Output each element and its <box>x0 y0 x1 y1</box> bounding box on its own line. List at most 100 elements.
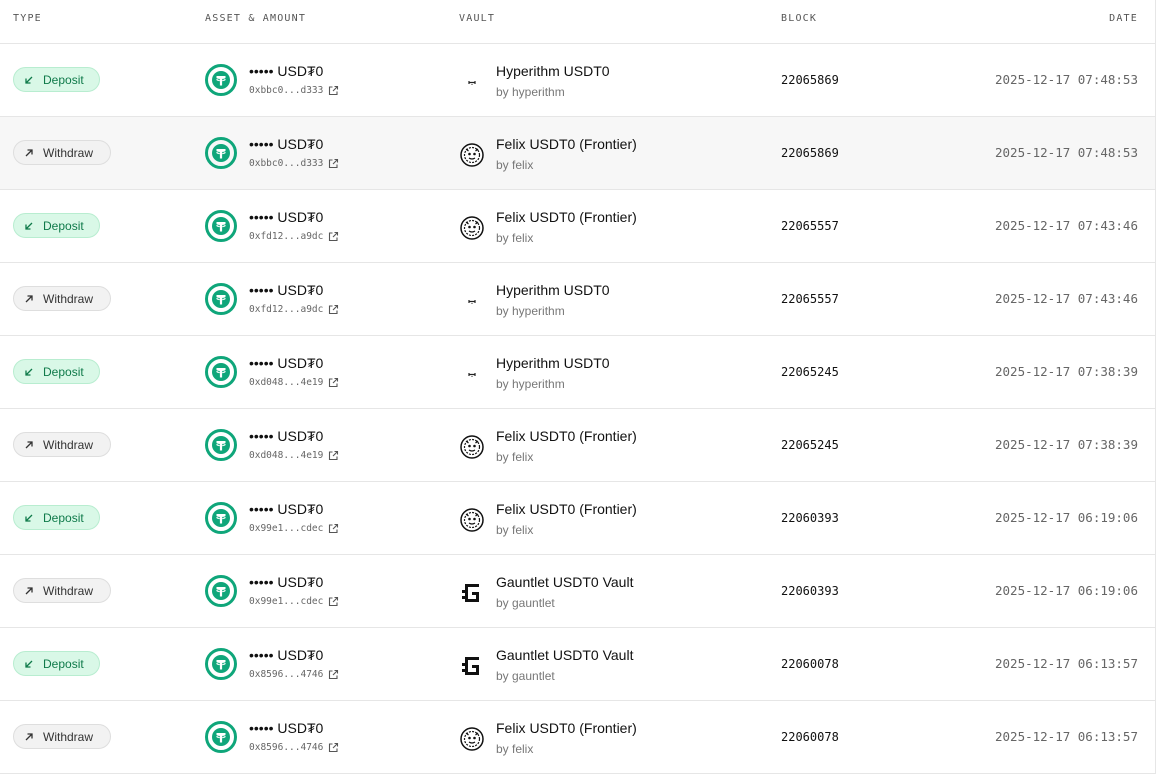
asset-amount: ••••• USD₮0 <box>249 282 324 298</box>
block-number: 22060078 <box>781 730 839 744</box>
hyperithm-vault-icon <box>460 70 484 94</box>
table-row[interactable]: Withdraw ••••• USD₮0 0xd048...4e19 Felix… <box>0 409 1155 482</box>
block-number: 22065869 <box>781 146 839 160</box>
tx-address[interactable]: 0xbbc0...d333 <box>249 158 323 169</box>
tx-address[interactable]: 0xfd12...a9dc <box>249 304 323 315</box>
tx-address[interactable]: 0xbbc0...d333 <box>249 85 323 96</box>
tx-date: 2025-12-17 07:38:39 <box>995 437 1138 452</box>
external-link-icon[interactable] <box>328 85 339 96</box>
header-vault[interactable]: VAULT <box>459 13 495 24</box>
tx-address-link[interactable]: 0xd048...4e19 <box>249 377 339 388</box>
tether-usdt0-icon <box>205 64 237 96</box>
tx-address[interactable]: 0xd048...4e19 <box>249 450 323 461</box>
tx-address-link[interactable]: 0xbbc0...d333 <box>249 158 339 169</box>
tx-date: 2025-12-17 07:43:46 <box>995 291 1138 306</box>
table-row[interactable]: Deposit ••••• USD₮0 0x99e1...cdec Felix … <box>0 482 1155 555</box>
external-link-icon[interactable] <box>328 304 339 315</box>
asset-amount: ••••• USD₮0 <box>249 355 324 371</box>
vault-name[interactable]: Felix USDT0 (Frontier) <box>496 428 637 444</box>
gauntlet-vault-icon <box>460 581 484 605</box>
vault-name[interactable]: Felix USDT0 (Frontier) <box>496 720 637 736</box>
header-block[interactable]: BLOCK <box>781 13 817 24</box>
tether-usdt0-icon <box>205 283 237 315</box>
tx-address[interactable]: 0xfd12...a9dc <box>249 231 323 242</box>
felix-vault-icon <box>460 435 484 459</box>
external-link-icon[interactable] <box>328 742 339 753</box>
felix-vault-icon <box>460 727 484 751</box>
tx-date: 2025-12-17 06:19:06 <box>995 510 1138 525</box>
tx-address-link[interactable]: 0x8596...4746 <box>249 669 339 680</box>
transactions-table: TYPE ASSET & AMOUNT VAULT BLOCK DATE Dep… <box>0 0 1156 774</box>
type-label: Withdraw <box>43 583 94 598</box>
tx-address[interactable]: 0x99e1...cdec <box>249 596 323 607</box>
external-link-icon[interactable] <box>328 377 339 388</box>
tx-address[interactable]: 0x8596...4746 <box>249 669 323 680</box>
table-body: Deposit ••••• USD₮0 0xbbc0...d333 Hyperi… <box>0 44 1155 774</box>
vault-name[interactable]: Gauntlet USDT0 Vault <box>496 574 633 590</box>
vault-name[interactable]: Hyperithm USDT0 <box>496 63 610 79</box>
block-number: 22060078 <box>781 657 839 671</box>
arrow-up-right-icon <box>24 294 34 304</box>
header-asset-amount[interactable]: ASSET & AMOUNT <box>205 13 306 24</box>
vault-name[interactable]: Felix USDT0 (Frontier) <box>496 501 637 517</box>
table-row[interactable]: Withdraw ••••• USD₮0 0xfd12...a9dc Hyper… <box>0 263 1155 336</box>
arrow-down-left-icon <box>24 367 34 377</box>
type-label: Deposit <box>43 364 84 379</box>
table-row[interactable]: Withdraw ••••• USD₮0 0x99e1...cdec Gaunt… <box>0 555 1155 628</box>
tx-date: 2025-12-17 07:38:39 <box>995 364 1138 379</box>
external-link-icon[interactable] <box>328 523 339 534</box>
asset-amount: ••••• USD₮0 <box>249 136 324 152</box>
asset-amount: ••••• USD₮0 <box>249 428 324 444</box>
tether-usdt0-icon <box>205 721 237 753</box>
external-link-icon[interactable] <box>328 669 339 680</box>
tx-address[interactable]: 0x8596...4746 <box>249 742 323 753</box>
withdraw-badge: Withdraw <box>13 724 111 749</box>
tx-address-link[interactable]: 0x8596...4746 <box>249 742 339 753</box>
table-row[interactable]: Withdraw ••••• USD₮0 0xbbc0...d333 Felix… <box>0 117 1155 190</box>
deposit-badge: Deposit <box>13 213 100 238</box>
type-label: Deposit <box>43 656 84 671</box>
external-link-icon[interactable] <box>328 158 339 169</box>
table-row[interactable]: Deposit ••••• USD₮0 0xd048...4e19 Hyperi… <box>0 336 1155 409</box>
tx-address[interactable]: 0x99e1...cdec <box>249 523 323 534</box>
tx-date: 2025-12-17 07:43:46 <box>995 218 1138 233</box>
vault-name[interactable]: Gauntlet USDT0 Vault <box>496 647 633 663</box>
tx-address-link[interactable]: 0x99e1...cdec <box>249 523 339 534</box>
table-row[interactable]: Withdraw ••••• USD₮0 0x8596...4746 Felix… <box>0 701 1155 774</box>
withdraw-badge: Withdraw <box>13 578 111 603</box>
type-label: Withdraw <box>43 437 94 452</box>
tx-address-link[interactable]: 0x99e1...cdec <box>249 596 339 607</box>
type-label: Deposit <box>43 510 84 525</box>
arrow-up-right-icon <box>24 732 34 742</box>
block-number: 22065557 <box>781 292 839 306</box>
vault-name[interactable]: Hyperithm USDT0 <box>496 282 610 298</box>
table-row[interactable]: Deposit ••••• USD₮0 0xfd12...a9dc Felix … <box>0 190 1155 263</box>
tx-address[interactable]: 0xd048...4e19 <box>249 377 323 388</box>
header-date[interactable]: DATE <box>1109 13 1138 24</box>
external-link-icon[interactable] <box>328 231 339 242</box>
tx-address-link[interactable]: 0xd048...4e19 <box>249 450 339 461</box>
table-row[interactable]: Deposit ••••• USD₮0 0xbbc0...d333 Hyperi… <box>0 44 1155 117</box>
vault-curator: by gauntlet <box>496 596 555 610</box>
header-type[interactable]: TYPE <box>13 13 42 24</box>
vault-name[interactable]: Felix USDT0 (Frontier) <box>496 136 637 152</box>
arrow-down-left-icon <box>24 513 34 523</box>
block-number: 22065869 <box>781 73 839 87</box>
tx-address-link[interactable]: 0xfd12...a9dc <box>249 304 339 315</box>
tether-usdt0-icon <box>205 502 237 534</box>
vault-name[interactable]: Hyperithm USDT0 <box>496 355 610 371</box>
asset-amount: ••••• USD₮0 <box>249 720 324 736</box>
tx-address-link[interactable]: 0xbbc0...d333 <box>249 85 339 96</box>
withdraw-badge: Withdraw <box>13 140 111 165</box>
table-row[interactable]: Deposit ••••• USD₮0 0x8596...4746 Gauntl… <box>0 628 1155 701</box>
withdraw-badge: Withdraw <box>13 286 111 311</box>
arrow-up-right-icon <box>24 440 34 450</box>
block-number: 22065557 <box>781 219 839 233</box>
vault-name[interactable]: Felix USDT0 (Frontier) <box>496 209 637 225</box>
external-link-icon[interactable] <box>328 450 339 461</box>
tx-address-link[interactable]: 0xfd12...a9dc <box>249 231 339 242</box>
hyperithm-vault-icon <box>460 289 484 313</box>
external-link-icon[interactable] <box>328 596 339 607</box>
tx-date: 2025-12-17 06:13:57 <box>995 656 1138 671</box>
block-number: 22060393 <box>781 511 839 525</box>
